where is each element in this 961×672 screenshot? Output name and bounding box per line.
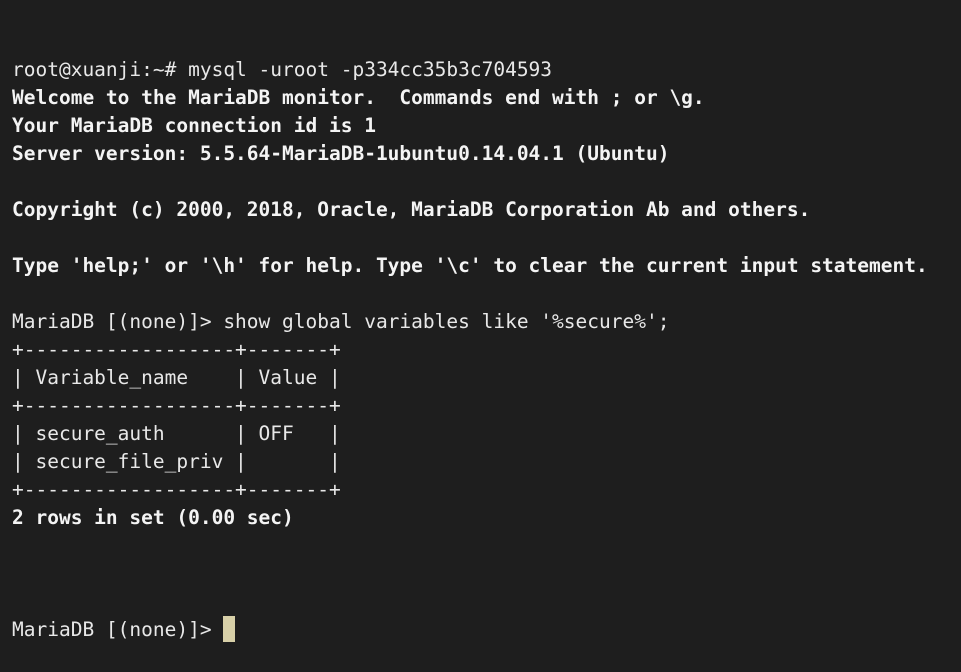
terminal-window[interactable]: root@xuanji:~# mysql -uroot -p334cc35b3c…: [0, 0, 961, 642]
text-cursor: [223, 616, 236, 642]
terminal-line: +------------------+-------+: [12, 394, 341, 417]
terminal-line: | secure_file_priv | |: [12, 450, 341, 473]
terminal-line: | secure_auth | OFF |: [12, 422, 341, 445]
terminal-line: +------------------+-------+: [12, 338, 341, 361]
prompt-line[interactable]: MariaDB [(none)]>: [12, 616, 961, 644]
terminal-line: MariaDB [(none)]> show global variables …: [12, 310, 670, 333]
terminal-line: 2 rows in set (0.00 sec): [12, 506, 294, 529]
terminal-line: Server version: 5.5.64-MariaDB-1ubuntu0.…: [12, 142, 670, 165]
terminal-line: Copyright (c) 2000, 2018, Oracle, MariaD…: [12, 198, 811, 221]
prompt-text: MariaDB [(none)]>: [12, 618, 224, 641]
terminal-line: Your MariaDB connection id is 1: [12, 114, 376, 137]
terminal-line: | Variable_name | Value |: [12, 366, 341, 389]
terminal-line: Welcome to the MariaDB monitor. Commands…: [12, 86, 705, 109]
terminal-output: root@xuanji:~# mysql -uroot -p334cc35b3c…: [12, 56, 961, 560]
terminal-line: root@xuanji:~# mysql -uroot -p334cc35b3c…: [12, 58, 553, 81]
terminal-line: Type 'help;' or '\h' for help. Type '\c'…: [12, 254, 928, 277]
terminal-line: +------------------+-------+: [12, 478, 341, 501]
